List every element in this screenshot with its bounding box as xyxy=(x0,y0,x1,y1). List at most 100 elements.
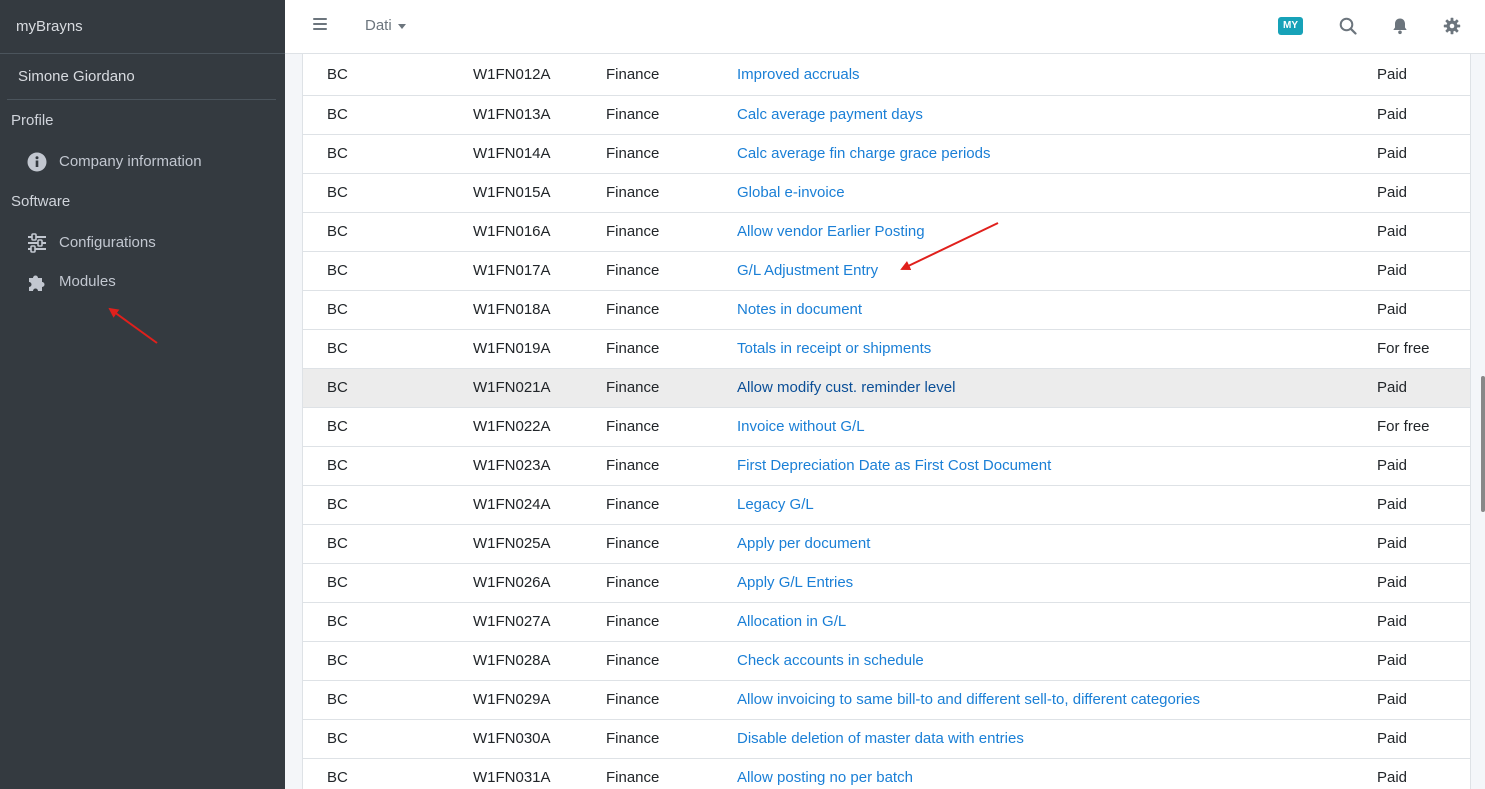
module-name-cell: Allow posting no per batch xyxy=(713,758,1353,789)
product-cell: BC xyxy=(327,340,348,357)
product-cell: BC xyxy=(327,184,348,201)
module-link[interactable]: Legacy G/L xyxy=(737,496,814,513)
code-cell: W1FN031A xyxy=(473,769,551,787)
table-row[interactable]: BC W1FN029A Finance Allow invoicing to same… xyxy=(303,680,1470,719)
code-cell: W1FN023A xyxy=(473,457,551,474)
module-link[interactable]: Allow vendor Earlier Posting xyxy=(737,223,925,240)
module-name-cell: Calc average payment days xyxy=(713,95,1353,134)
module-link[interactable]: Apply per document xyxy=(737,535,870,552)
code-cell: W1FN021A xyxy=(473,379,551,396)
module-link[interactable]: Allow modify cust. reminder level xyxy=(737,379,955,396)
code-cell: W1FN012A xyxy=(473,65,551,83)
code-cell: W1FN017A xyxy=(473,262,551,279)
table-row[interactable]: BC W1FN026A Finance Apply G/L Entries Paid xyxy=(303,563,1470,602)
brand-title[interactable]: myBrayns xyxy=(0,0,285,54)
license-cell: Paid xyxy=(1377,457,1408,474)
user-name[interactable]: Simone Giordano xyxy=(7,54,276,100)
table-row[interactable]: BC W1FN013A Finance Calc average payment da… xyxy=(303,95,1470,134)
area-cell: Finance xyxy=(606,379,660,396)
product-cell: BC xyxy=(327,769,348,787)
caret-down-icon xyxy=(397,23,406,29)
module-name-cell: Apply G/L Entries xyxy=(713,563,1353,602)
license-cell: Paid xyxy=(1377,574,1408,591)
table-row[interactable]: BC W1FN030A Finance Disable deletion of mas… xyxy=(303,719,1470,758)
module-link[interactable]: First Depreciation Date as First Cost Do… xyxy=(737,457,1051,474)
module-name-cell: First Depreciation Date as First Cost Do… xyxy=(713,446,1353,485)
module-link[interactable]: Calc average payment days xyxy=(737,106,923,123)
table-row[interactable]: BC W1FN012A Finance Improved accruals Paid xyxy=(303,54,1470,95)
module-name-cell: Allocation in G/L xyxy=(713,602,1353,641)
product-cell: BC xyxy=(327,613,348,630)
module-link[interactable]: G/L Adjustment Entry xyxy=(737,262,878,279)
license-cell: For free xyxy=(1377,418,1430,435)
product-cell: BC xyxy=(327,535,348,552)
scrollbar-thumb[interactable] xyxy=(1481,376,1485,512)
code-cell: W1FN016A xyxy=(473,223,551,240)
table-row[interactable]: BC W1FN019A Finance Totals in receipt or sh… xyxy=(303,329,1470,368)
module-name-cell: Allow modify cust. reminder level xyxy=(713,368,1353,407)
module-name-cell: Notes in document xyxy=(713,290,1353,329)
table-row[interactable]: BC W1FN022A Finance Invoice without G/L For … xyxy=(303,407,1470,446)
product-cell: BC xyxy=(327,223,348,240)
license-cell: Paid xyxy=(1377,730,1408,747)
sidebar-item-modules[interactable]: Modules xyxy=(0,262,285,301)
area-cell: Finance xyxy=(606,340,660,357)
table-row[interactable]: BC W1FN028A Finance Check accounts in sched… xyxy=(303,641,1470,680)
license-cell: Paid xyxy=(1377,65,1408,83)
table-row[interactable]: BC W1FN024A Finance Legacy G/L Paid xyxy=(303,485,1470,524)
table-row[interactable]: BC W1FN015A Finance Global e-invoice Paid xyxy=(303,173,1470,212)
table-row[interactable]: BC W1FN031A Finance Allow posting no per ba… xyxy=(303,758,1470,789)
module-name-cell: G/L Adjustment Entry xyxy=(713,251,1353,290)
sidebar-item-label: Configurations xyxy=(59,234,156,251)
search-icon[interactable] xyxy=(1339,17,1357,35)
table-row[interactable]: BC W1FN016A Finance Allow vendor Earlier Po… xyxy=(303,212,1470,251)
table-row[interactable]: BC W1FN014A Finance Calc average fin charge… xyxy=(303,134,1470,173)
module-link[interactable]: Check accounts in schedule xyxy=(737,652,924,669)
product-cell: BC xyxy=(327,301,348,318)
module-link[interactable]: Apply G/L Entries xyxy=(737,574,853,591)
license-cell: Paid xyxy=(1377,184,1408,201)
area-cell: Finance xyxy=(606,730,660,747)
table-row[interactable]: BC W1FN027A Finance Allocation in G/L Paid xyxy=(303,602,1470,641)
product-cell: BC xyxy=(327,496,348,513)
module-link[interactable]: Improved accruals xyxy=(737,66,860,83)
sidebar-item-label: Company information xyxy=(59,153,202,170)
code-cell: W1FN027A xyxy=(473,613,551,630)
code-cell: W1FN019A xyxy=(473,340,551,357)
module-link[interactable]: Calc average fin charge grace periods xyxy=(737,145,990,162)
module-link[interactable]: Allow invoicing to same bill-to and diff… xyxy=(737,691,1200,708)
module-link[interactable]: Global e-invoice xyxy=(737,184,845,201)
dati-dropdown-label: Dati xyxy=(365,17,392,34)
bell-icon[interactable] xyxy=(1391,17,1409,35)
area-cell: Finance xyxy=(606,457,660,474)
license-cell: For free xyxy=(1377,340,1430,357)
table-row[interactable]: BC W1FN017A Finance G/L Adjustment Entry Pai… xyxy=(303,251,1470,290)
table-row[interactable]: BC W1FN018A Finance Notes in document Paid xyxy=(303,290,1470,329)
module-link[interactable]: Allocation in G/L xyxy=(737,613,846,630)
sidebar-item-configurations[interactable]: Configurations xyxy=(0,223,285,262)
gear-icon[interactable] xyxy=(1443,17,1461,35)
module-link[interactable]: Invoice without G/L xyxy=(737,418,865,435)
product-cell: BC xyxy=(327,379,348,396)
module-link[interactable]: Allow posting no per batch xyxy=(737,769,913,786)
dati-dropdown[interactable]: Dati xyxy=(365,17,406,34)
sliders-icon xyxy=(26,232,47,253)
module-link[interactable]: Disable deletion of master data with ent… xyxy=(737,730,1024,747)
area-cell: Finance xyxy=(606,184,660,201)
product-cell: BC xyxy=(327,418,348,435)
license-cell: Paid xyxy=(1377,769,1408,787)
nav-header-software: Software xyxy=(11,193,71,210)
area-cell: Finance xyxy=(606,65,660,83)
code-cell: W1FN025A xyxy=(473,535,551,552)
sidebar-item-label: Modules xyxy=(59,273,116,290)
table-row[interactable]: BC W1FN021A Finance Allow modify cust. remi… xyxy=(303,368,1470,407)
table-row[interactable]: BC W1FN025A Finance Apply per document Paid xyxy=(303,524,1470,563)
code-cell: W1FN022A xyxy=(473,418,551,435)
table-row[interactable]: BC W1FN023A Finance First Depreciation Date… xyxy=(303,446,1470,485)
module-link[interactable]: Notes in document xyxy=(737,301,862,318)
my-badge[interactable]: MY xyxy=(1278,17,1303,35)
nav-header-profile: Profile xyxy=(11,112,54,129)
module-link[interactable]: Totals in receipt or shipments xyxy=(737,340,931,357)
sidebar-item-company-information[interactable]: Company information xyxy=(0,142,285,181)
menu-toggle-icon[interactable] xyxy=(313,18,327,32)
